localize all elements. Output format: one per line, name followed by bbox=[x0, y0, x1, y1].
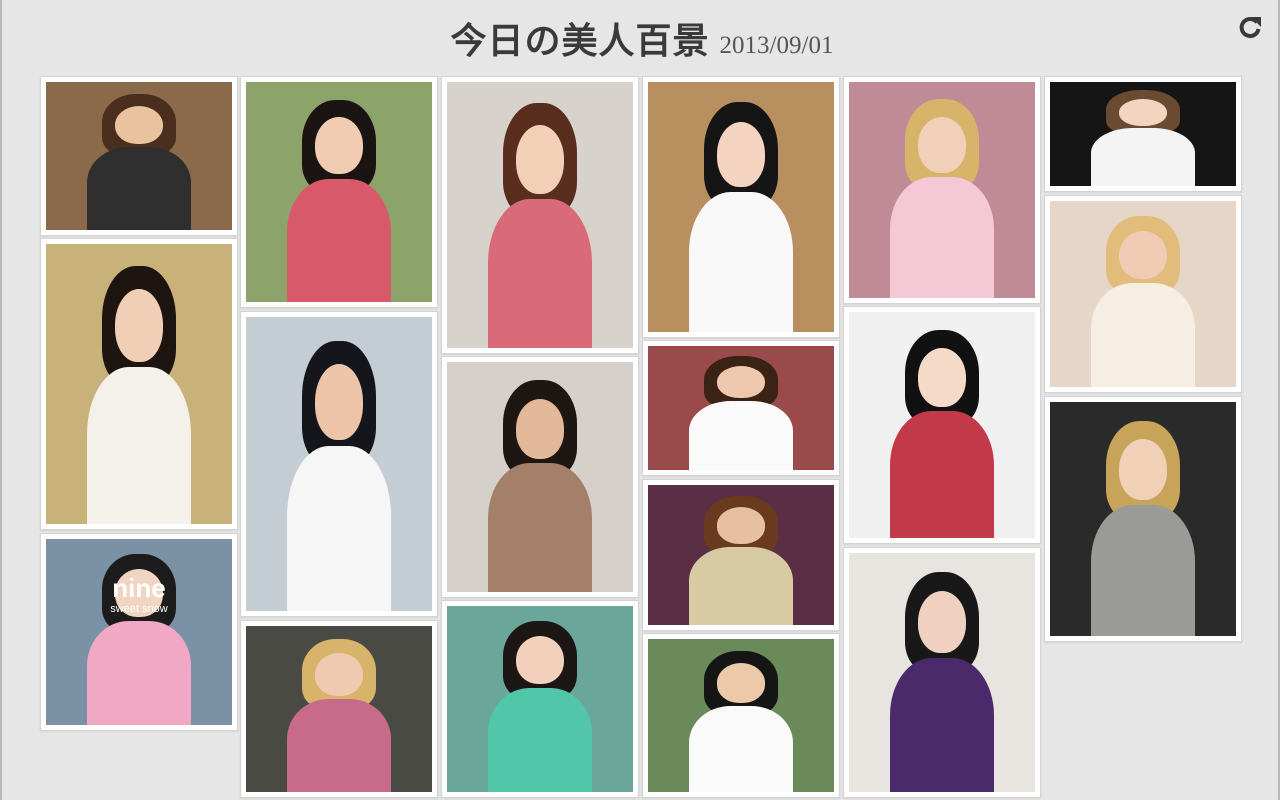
photo-image bbox=[1050, 201, 1236, 387]
photo-image bbox=[246, 317, 432, 611]
photo-image bbox=[648, 639, 834, 792]
photo-image: nine sweet snow bbox=[46, 539, 232, 725]
app-frame: 今日の美人百景 2013/09/01 nine sweet snow bbox=[0, 0, 1280, 800]
photo-image bbox=[648, 82, 834, 332]
photo-image bbox=[46, 244, 232, 524]
photo-tile[interactable] bbox=[1044, 195, 1242, 393]
photo-tile[interactable] bbox=[1044, 76, 1242, 192]
photo-tile[interactable] bbox=[642, 76, 840, 338]
photo-image bbox=[849, 312, 1035, 538]
photo-tile[interactable] bbox=[642, 479, 840, 631]
photo-image bbox=[648, 346, 834, 470]
photo-tile[interactable] bbox=[1044, 396, 1242, 642]
photo-image bbox=[849, 82, 1035, 298]
photo-tile[interactable] bbox=[642, 340, 840, 476]
photo-image bbox=[246, 82, 432, 302]
photo-tile[interactable] bbox=[441, 356, 639, 598]
photo-image bbox=[648, 485, 834, 625]
photo-image bbox=[46, 82, 232, 230]
photo-tile[interactable] bbox=[240, 620, 438, 798]
photo-tile[interactable]: nine sweet snow bbox=[40, 533, 238, 731]
photo-tile[interactable] bbox=[240, 76, 438, 308]
photo-image bbox=[849, 553, 1035, 792]
photo-image bbox=[1050, 82, 1236, 186]
photo-tile[interactable] bbox=[843, 547, 1041, 798]
album-title-text: nine bbox=[112, 573, 166, 603]
photo-image bbox=[246, 626, 432, 792]
photo-tile[interactable] bbox=[642, 633, 840, 798]
album-subtitle-text: sweet snow bbox=[110, 603, 168, 615]
photo-tile[interactable] bbox=[441, 76, 639, 354]
photo-grid: nine sweet snow bbox=[2, 0, 1278, 800]
photo-image bbox=[447, 362, 633, 592]
photo-tile[interactable] bbox=[441, 600, 639, 798]
photo-image bbox=[447, 606, 633, 792]
photo-tile[interactable] bbox=[843, 76, 1041, 304]
photo-tile[interactable] bbox=[40, 238, 238, 530]
photo-image bbox=[447, 82, 633, 348]
photo-image bbox=[1050, 402, 1236, 636]
photo-tile[interactable] bbox=[240, 311, 438, 617]
photo-tile[interactable] bbox=[40, 76, 238, 236]
photo-tile[interactable] bbox=[843, 306, 1041, 544]
